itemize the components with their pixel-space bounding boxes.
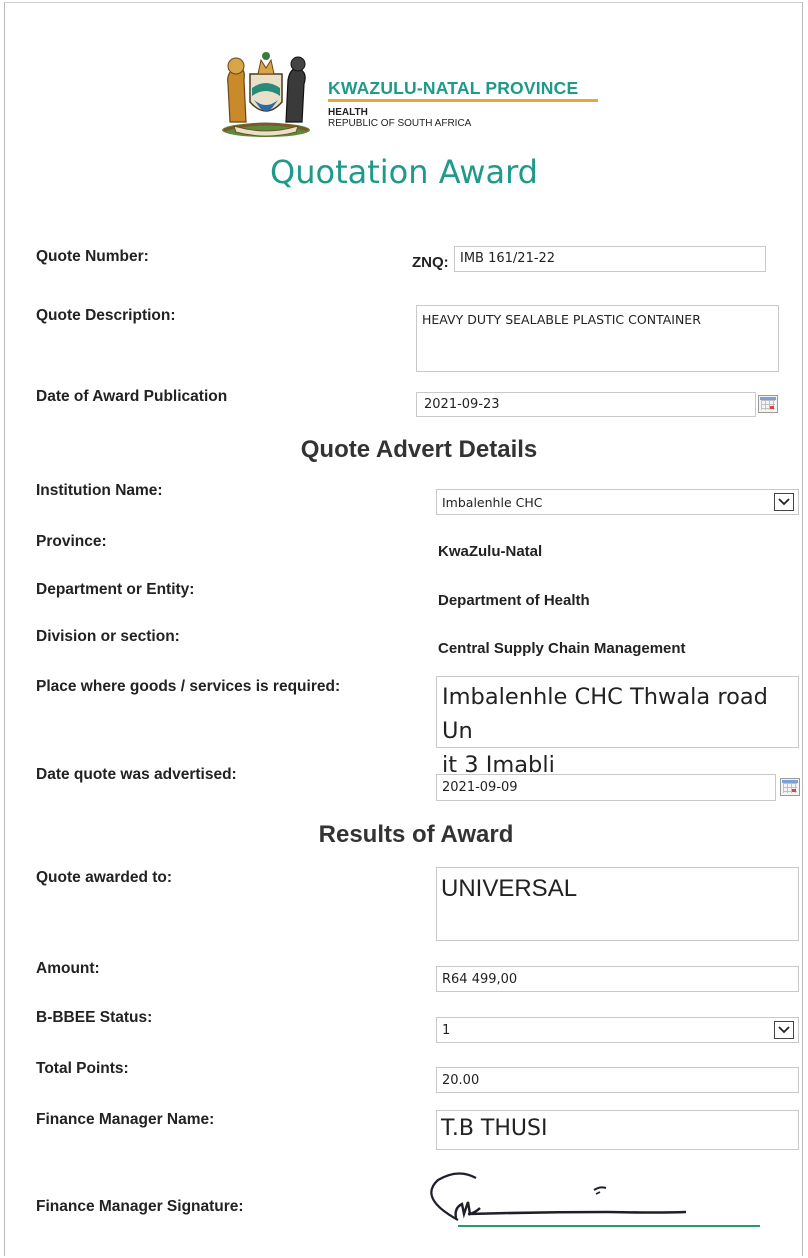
points-value: 20.00: [442, 1073, 480, 1088]
institution-select[interactable]: Imbalenhle CHC: [436, 489, 799, 515]
coat-of-arms-icon: [222, 52, 310, 137]
manager-name-value: T.B THUSI: [441, 1116, 548, 1141]
chevron-down-icon[interactable]: [774, 1021, 794, 1039]
quote-number-field[interactable]: IMB 161/21-22: [454, 246, 766, 272]
advertised-date-label: Date quote was advertised:: [36, 766, 237, 783]
quote-number-value: IMB 161/21-22: [460, 251, 556, 266]
results-heading: Results of Award: [318, 821, 514, 848]
bbbee-label: B-BBEE Status:: [36, 1009, 153, 1026]
amount-label: Amount:: [36, 960, 100, 977]
chevron-down-icon[interactable]: [774, 493, 794, 511]
advert-heading: Quote Advert Details: [300, 436, 538, 463]
award-date-calendar-icon[interactable]: [758, 395, 778, 413]
division-label: Division or section:: [36, 628, 180, 645]
division-value: Central Supply Chain Management: [438, 640, 686, 657]
points-field[interactable]: 20.00: [436, 1067, 799, 1093]
department-value: Department of Health: [438, 592, 590, 609]
points-label: Total Points:: [36, 1060, 129, 1077]
awarded-label: Quote awarded to:: [36, 869, 173, 886]
advertised-date-field[interactable]: 2021-09-09: [436, 774, 776, 801]
letterhead: KWAZULU-NATAL PROVINCE HEALTH REPUBLIC O…: [216, 44, 606, 140]
header-republic: REPUBLIC OF SOUTH AFRICA: [328, 118, 472, 129]
znq-prefix: ZNQ:: [412, 254, 449, 271]
advertised-date-value: 2021-09-09: [442, 780, 518, 795]
amount-value: R64 499,00: [442, 972, 518, 987]
province-title: KWAZULU-NATAL PROVINCE: [328, 78, 579, 98]
awarded-field[interactable]: UNIVERSAL: [436, 867, 799, 941]
institution-label: Institution Name:: [36, 482, 163, 499]
institution-value: Imbalenhle CHC: [442, 495, 543, 510]
award-date-label: Date of Award Publication: [36, 388, 228, 405]
place-label: Place where goods / services is required…: [36, 678, 341, 695]
finance-manager-signature: [430, 1172, 760, 1227]
signature-label: Finance Manager Signature:: [36, 1198, 244, 1215]
quote-description-value: HEAVY DUTY SEALABLE PLASTIC CONTAINER: [422, 312, 701, 327]
province-label: Province:: [36, 533, 107, 550]
quote-description-field[interactable]: HEAVY DUTY SEALABLE PLASTIC CONTAINER: [416, 305, 779, 372]
award-date-field[interactable]: 2021-09-23: [416, 392, 756, 417]
manager-name-label: Finance Manager Name:: [36, 1111, 215, 1128]
department-label: Department or Entity:: [36, 581, 195, 598]
advertised-date-calendar-icon[interactable]: [780, 778, 800, 796]
document-title: Quotation Award: [270, 153, 538, 191]
header-health: HEALTH: [328, 107, 368, 118]
place-line-1: Imbalenhle CHC Thwala road Un: [442, 684, 768, 744]
province-value: KwaZulu-Natal: [438, 543, 543, 560]
manager-name-field[interactable]: T.B THUSI: [436, 1110, 799, 1150]
bbbee-select[interactable]: 1: [436, 1017, 799, 1043]
quote-description-label: Quote Description:: [36, 307, 176, 324]
bbbee-value: 1: [442, 1023, 451, 1038]
awarded-value: UNIVERSAL: [441, 875, 578, 902]
province-rule: [328, 99, 598, 102]
amount-field[interactable]: R64 499,00: [436, 966, 799, 992]
award-date-value: 2021-09-23: [424, 397, 500, 412]
quote-number-label: Quote Number:: [36, 248, 149, 265]
place-field[interactable]: Imbalenhle CHC Thwala road Un it 3 Imabl…: [436, 676, 799, 778]
